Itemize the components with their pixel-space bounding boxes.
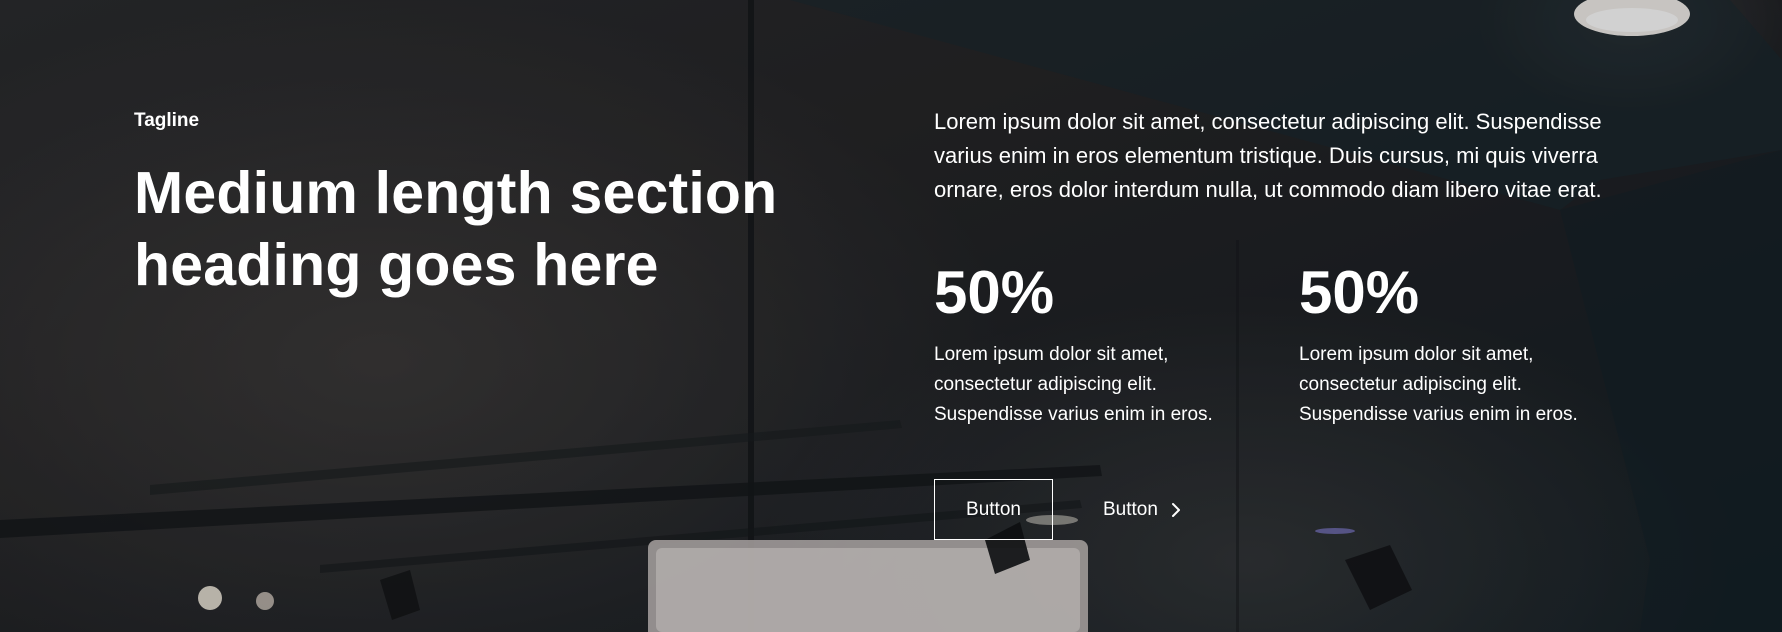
section-content: Tagline Medium length section heading go… bbox=[0, 0, 1782, 632]
secondary-link-button[interactable]: Button bbox=[1103, 479, 1184, 540]
hero-section: Tagline Medium length section heading go… bbox=[0, 0, 1782, 632]
section-heading: Medium length section heading goes here bbox=[134, 160, 778, 298]
stat-value: 50% bbox=[1299, 259, 1420, 326]
secondary-button-label: Button bbox=[1103, 498, 1158, 520]
stat-item: 50% Lorem ipsum dolor sit amet, consecte… bbox=[934, 258, 1254, 430]
stat-value: 50% bbox=[934, 259, 1055, 326]
tagline: Tagline bbox=[134, 110, 200, 131]
chevron-right-icon bbox=[1168, 502, 1184, 518]
stat-description: Lorem ipsum dolor sit amet, consectetur … bbox=[934, 344, 1213, 425]
stat-item: 50% Lorem ipsum dolor sit amet, consecte… bbox=[1299, 258, 1619, 430]
primary-button[interactable]: Button bbox=[934, 479, 1053, 540]
stat-description: Lorem ipsum dolor sit amet, consectetur … bbox=[1299, 344, 1578, 425]
section-intro: Lorem ipsum dolor sit amet, consectetur … bbox=[934, 109, 1602, 202]
